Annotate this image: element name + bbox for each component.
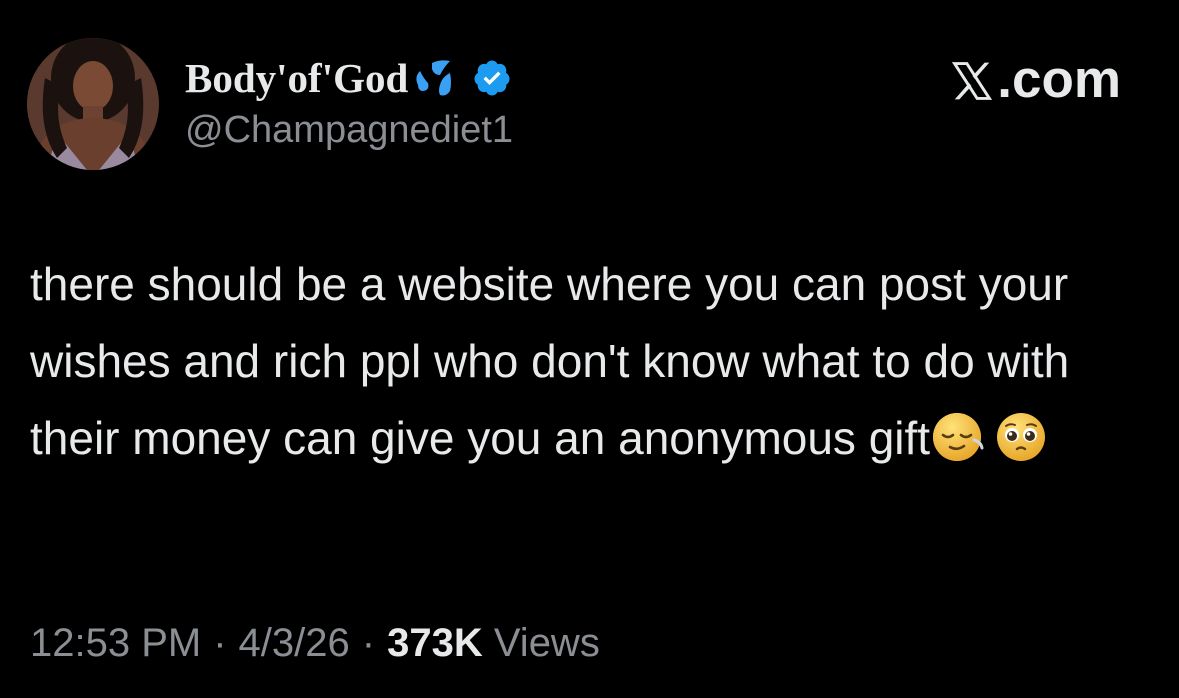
sweat-droplets-icon [410,55,458,101]
tweet-meta: 12:53 PM · 4/3/26 · 373K Views [30,618,600,668]
tweet-body: there should be a website where you can … [30,246,1155,477]
x-logo-icon [949,58,995,102]
display-name[interactable]: Body'of'God [185,54,408,102]
tweet-text: there should be a website where you can … [30,258,1070,464]
views-label: Views [493,621,600,665]
meta-separator: · [361,621,376,665]
tweet-time[interactable]: 12:53 PM [30,621,201,665]
avatar-photo [27,38,159,170]
avatar[interactable] [27,38,159,170]
meta-separator: · [213,621,227,665]
user-handle[interactable]: @Champagnediet1 [185,108,513,152]
views-count[interactable]: 373K [387,621,483,665]
verified-badge-icon[interactable] [472,58,512,98]
pleading-face-emoji [994,410,1048,464]
tweet-date[interactable]: 4/3/26 [239,621,350,665]
display-name-row[interactable]: Body'of'God [185,54,512,102]
x-brand-watermark: .com [949,52,1121,108]
brand-domain-text: .com [997,50,1121,109]
relieved-face-emoji [930,410,984,464]
